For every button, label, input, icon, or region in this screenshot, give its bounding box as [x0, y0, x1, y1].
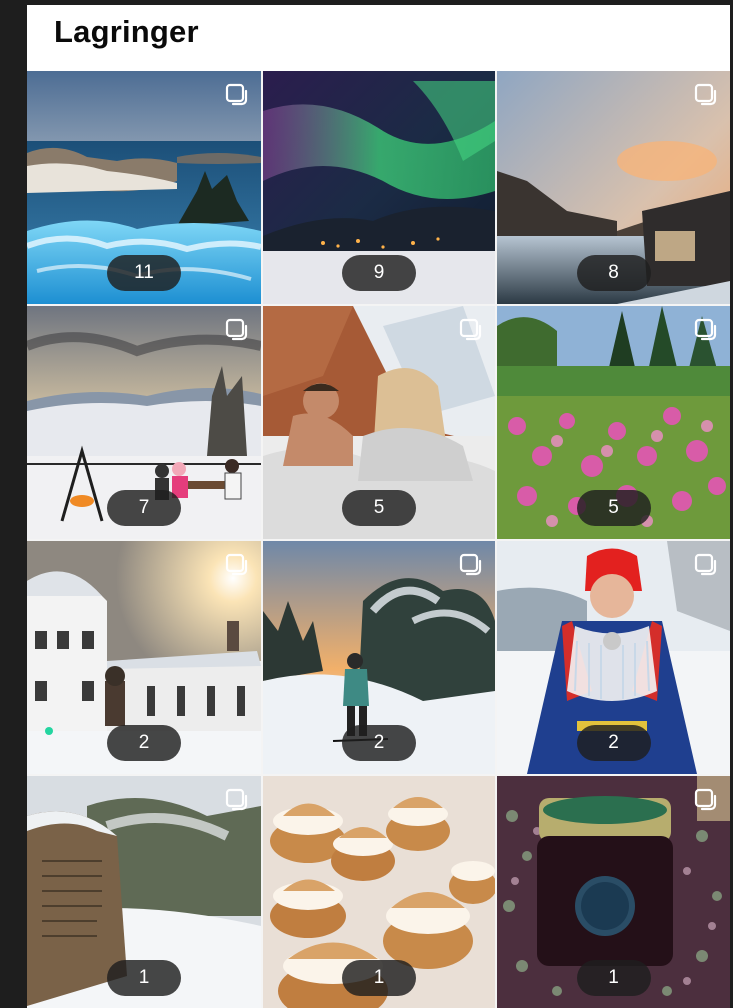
item-count-badge: 2 — [107, 725, 181, 761]
multi-photo-stack-icon — [694, 788, 718, 812]
header: Lagringer — [27, 5, 730, 70]
multi-photo-stack-icon — [459, 318, 483, 342]
collection-tile-stone-monument[interactable]: 1 — [27, 776, 261, 1008]
item-count-badge: 2 — [342, 725, 416, 761]
collections-grid: 11 9 8 7 5 5 2 2 2 1 1 1 — [27, 71, 730, 1008]
saved-collections-screen: Lagringer 11 9 8 7 5 5 2 2 2 1 1 1 — [27, 5, 730, 1008]
collection-tile-fjord-cabin[interactable]: 8 — [497, 71, 730, 304]
item-count-badge: 11 — [107, 255, 181, 291]
collection-tile-jam-jar[interactable]: 1 — [497, 776, 730, 1008]
multi-photo-stack-icon — [225, 83, 249, 107]
item-count-badge: 1 — [576, 960, 651, 996]
collection-tile-winter-terrace[interactable]: 7 — [27, 306, 261, 539]
item-count-badge: 2 — [576, 725, 651, 761]
collection-tile-northern-lights[interactable]: 9 — [263, 71, 495, 304]
page-title: Lagringer — [54, 14, 199, 49]
multi-photo-stack-icon — [694, 553, 718, 577]
multi-photo-stack-icon — [225, 318, 249, 342]
item-count-badge: 9 — [342, 255, 416, 291]
collection-tile-sami-costume[interactable]: 2 — [497, 541, 730, 774]
collection-tile-couple-bed[interactable]: 5 — [263, 306, 495, 539]
item-count-badge: 5 — [576, 490, 651, 526]
multi-photo-stack-icon — [694, 318, 718, 342]
collection-tile-skier-sunset[interactable]: 2 — [263, 541, 495, 774]
collection-tile-semla-buns[interactable]: 1 — [263, 776, 495, 1008]
collection-tile-coast-jacuzzi[interactable]: 11 — [27, 71, 261, 304]
item-count-badge: 8 — [576, 255, 651, 291]
item-count-badge: 1 — [342, 960, 416, 996]
multi-photo-stack-icon — [459, 553, 483, 577]
item-count-badge: 5 — [342, 490, 416, 526]
collection-tile-flower-garden[interactable]: 5 — [497, 306, 730, 539]
multi-photo-stack-icon — [225, 553, 249, 577]
collection-tile-manor-snow[interactable]: 2 — [27, 541, 261, 774]
multi-photo-stack-icon — [694, 83, 718, 107]
item-count-badge: 1 — [107, 960, 181, 996]
multi-photo-stack-icon — [225, 788, 249, 812]
item-count-badge: 7 — [107, 490, 181, 526]
